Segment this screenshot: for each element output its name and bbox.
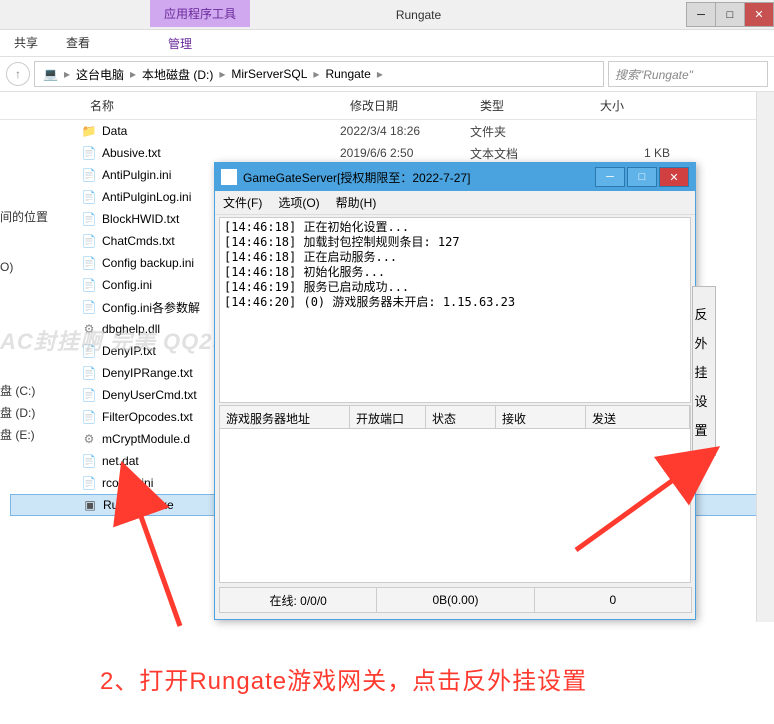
file-size: 1 KB <box>590 146 670 160</box>
dat-icon: 📄 <box>80 452 98 470</box>
txt-icon: 📄 <box>80 386 98 404</box>
status-online: 在线: 0/0/0 <box>219 587 377 613</box>
drive-e[interactable]: 盘 (E:) <box>0 424 48 446</box>
th-addr[interactable]: 游戏服务器地址 <box>220 406 350 428</box>
gamegate-close[interactable]: ✕ <box>659 167 689 187</box>
drive-c[interactable]: 盘 (C:) <box>0 380 48 402</box>
file-name: Data <box>102 124 340 138</box>
dll-icon: ⚙ <box>80 430 98 448</box>
txt-icon: 📄 <box>80 364 98 382</box>
ini-icon: 📄 <box>80 254 98 272</box>
txt-icon: 📄 <box>80 342 98 360</box>
file-type: 文件夹 <box>470 123 590 140</box>
nav-bar: ↑ 💻 ▸ 这台电脑 ▸ 本地磁盘 (D:) ▸ MirServerSQL ▸ … <box>0 56 774 92</box>
txt-icon: 📄 <box>80 144 98 162</box>
exe-icon: ▣ <box>81 496 99 514</box>
ini-icon: 📄 <box>80 166 98 184</box>
gamegate-titlebar[interactable]: GameGateServer[授权期限至：2022-7-27] ─ □ ✕ <box>215 163 695 191</box>
gamegate-status-bar: 在线: 0/0/0 0B(0.00) 0 <box>219 587 691 613</box>
tab-view[interactable]: 查看 <box>52 29 104 56</box>
folder-icon: 📁 <box>80 122 98 140</box>
ini-icon: 📄 <box>80 276 98 294</box>
txt-icon: 📄 <box>80 408 98 426</box>
tab-manage[interactable]: 管理 <box>150 30 210 57</box>
vertical-scrollbar[interactable] <box>756 92 774 622</box>
th-recv[interactable]: 接收 <box>496 406 586 428</box>
th-send[interactable]: 发送 <box>586 406 690 428</box>
txt-icon: 📄 <box>80 232 98 250</box>
menu-options[interactable]: 选项(O) <box>278 194 319 211</box>
crumb-dir1[interactable]: MirServerSQL <box>227 67 311 81</box>
gamegate-icon <box>221 169 237 185</box>
dll-icon: ⚙ <box>80 320 98 338</box>
gamegate-minimize[interactable]: ─ <box>595 167 625 187</box>
crumb-drive[interactable]: 本地磁盘 (D:) <box>138 66 217 83</box>
gamegate-log[interactable]: [14:46:18] 正在初始化设置... [14:46:18] 加载封包控制规… <box>219 217 691 403</box>
breadcrumb[interactable]: 💻 ▸ 这台电脑 ▸ 本地磁盘 (D:) ▸ MirServerSQL ▸ Ru… <box>34 61 604 87</box>
left-edge-labels: 间的位置 O) 盘 (C:) 盘 (D:) 盘 (E:) <box>0 206 48 446</box>
th-port[interactable]: 开放端口 <box>350 406 426 428</box>
file-date: 2022/3/4 18:26 <box>340 124 470 138</box>
ini-icon: 📄 <box>80 188 98 206</box>
crumb-pc[interactable]: 这台电脑 <box>72 66 128 83</box>
txt-icon: 📄 <box>80 298 98 316</box>
ini-icon: 📄 <box>80 474 98 492</box>
crumb-dir2[interactable]: Rungate <box>321 67 374 81</box>
file-date: 2019/6/6 2:50 <box>340 146 470 160</box>
col-date[interactable]: 修改日期 <box>350 97 480 114</box>
anti-cheat-settings-button[interactable]: 反 外 挂 设 置 <box>692 286 716 456</box>
columns-header: 名称 修改日期 类型 大小 <box>0 92 774 120</box>
maximize-button[interactable]: □ <box>715 2 745 27</box>
status-zero: 0 <box>534 587 692 613</box>
window-titlebar: Rungate ─ □ ✕ <box>0 0 774 30</box>
minimize-button[interactable]: ─ <box>686 2 716 27</box>
file-name: Abusive.txt <box>102 146 340 160</box>
menu-help[interactable]: 帮助(H) <box>336 194 377 211</box>
file-row[interactable]: 📄 Abusive.txt2019/6/6 2:50文本文档1 KB <box>10 142 774 164</box>
txt-icon: 📄 <box>80 210 98 228</box>
file-type: 文本文档 <box>470 145 590 162</box>
gamegate-window: GameGateServer[授权期限至：2022-7-27] ─ □ ✕ 文件… <box>214 162 696 620</box>
file-row[interactable]: 📁 Data2022/3/4 18:26文件夹 <box>10 120 774 142</box>
col-size[interactable]: 大小 <box>600 97 680 114</box>
col-type[interactable]: 类型 <box>480 97 600 114</box>
gamegate-menu: 文件(F) 选项(O) 帮助(H) <box>215 191 695 215</box>
tab-app-tools[interactable]: 应用程序工具 <box>150 0 250 27</box>
search-placeholder: 搜索"Rungate" <box>615 66 693 83</box>
drive-d[interactable]: 盘 (D:) <box>0 402 48 424</box>
th-status[interactable]: 状态 <box>426 406 496 428</box>
col-name[interactable]: 名称 <box>90 97 350 114</box>
gamegate-maximize[interactable]: □ <box>627 167 657 187</box>
gamegate-table-header: 游戏服务器地址 开放端口 状态 接收 发送 <box>219 405 691 429</box>
close-button[interactable]: ✕ <box>744 2 774 27</box>
gamegate-table-body[interactable] <box>219 429 691 583</box>
gamegate-title: GameGateServer[授权期限至：2022-7-27] <box>243 169 593 186</box>
menu-file[interactable]: 文件(F) <box>223 194 262 211</box>
pc-icon: 💻 <box>43 67 58 81</box>
search-input[interactable]: 搜索"Rungate" <box>608 61 768 87</box>
annotation-caption: 2、打开Rungate游戏网关，点击反外挂设置 <box>100 661 587 696</box>
ribbon-tabs: 共享 查看 应用程序工具 管理 <box>0 30 774 56</box>
status-bytes: 0B(0.00) <box>376 587 534 613</box>
tab-share[interactable]: 共享 <box>0 29 52 56</box>
nav-up-button[interactable]: ↑ <box>6 62 30 86</box>
